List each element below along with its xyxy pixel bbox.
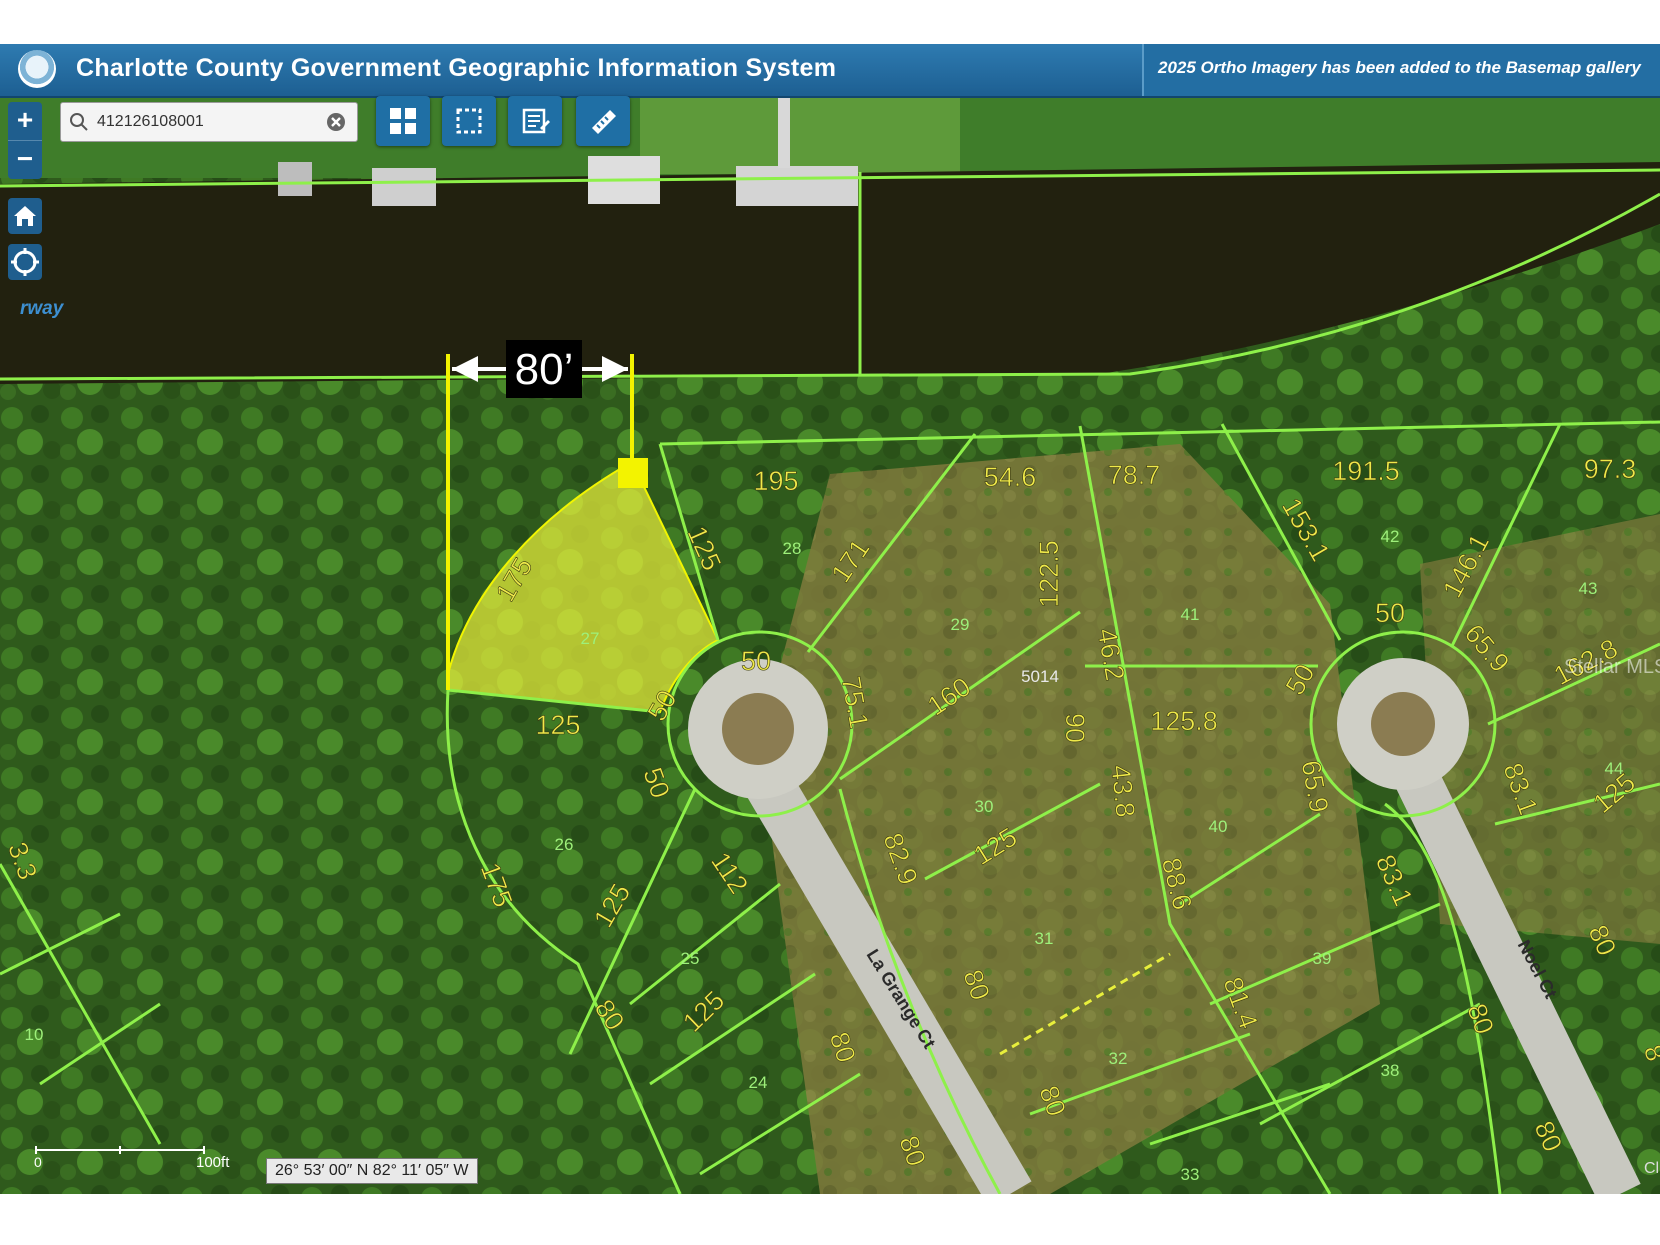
lot-number: 42 — [1381, 527, 1400, 546]
dimension-label: 50 — [1375, 598, 1405, 628]
lot-number: 10 — [25, 1025, 44, 1044]
measure-ruler-icon — [592, 110, 616, 134]
mls-watermark: Stellar MLS — [1564, 656, 1660, 678]
corner-label: Cl — [1644, 1160, 1660, 1177]
lot-number: 24 — [749, 1073, 768, 1092]
dimension-label: 125.8 — [1150, 706, 1218, 736]
basemap-gallery-icon — [390, 108, 416, 134]
zoom-out-button[interactable]: − — [8, 140, 42, 179]
search-icon — [70, 113, 88, 131]
lot-number: 25 — [681, 949, 700, 968]
lot-number: 30 — [975, 797, 994, 816]
home-icon — [14, 206, 36, 226]
zoom-in-button[interactable]: + — [8, 102, 42, 140]
locate-icon — [11, 248, 39, 276]
home-button[interactable] — [8, 198, 42, 234]
dimension-label: 191.5 — [1332, 456, 1400, 486]
search-input[interactable] — [95, 109, 317, 135]
frontage-label: 80’ — [515, 345, 574, 394]
coordinate-readout: 26° 53′ 00″ N 82° 11′ 05″ W — [266, 1158, 478, 1184]
dimension-label: 97.3 — [1584, 454, 1637, 484]
cul-de-sac-island — [722, 693, 794, 765]
dimension-label: 122.5 — [1034, 540, 1064, 608]
dimension-label: 54.6 — [984, 462, 1037, 492]
county-logo-icon — [18, 50, 56, 88]
cul-de-sac-island — [1371, 692, 1435, 756]
print-map-button[interactable] — [508, 96, 562, 146]
dock — [736, 166, 858, 206]
dimension-label: 50 — [741, 646, 771, 676]
waterway-label: rway — [20, 298, 64, 319]
dock-walkway — [778, 96, 790, 168]
print-map-icon — [522, 108, 550, 134]
lot-number: 28 — [783, 539, 802, 558]
dimension-label: 43.8 — [1105, 763, 1140, 818]
dimension-label: 78.7 — [1108, 460, 1161, 490]
dimension-label: 125 — [535, 710, 580, 740]
locate-button[interactable] — [8, 244, 42, 280]
lot-number: 43 — [1579, 579, 1598, 598]
notice-text: 2025 Ortho Imagery has been added to the… — [1158, 58, 1641, 77]
lot-number: 33 — [1181, 1165, 1200, 1184]
basemap-gallery-button[interactable] — [376, 96, 430, 146]
lot-number: 26 — [555, 835, 574, 854]
gis-map-viewer[interactable]: 80’ 10 24 25 26 27 28 29 30 31 32 33 38 … — [0, 44, 1660, 1194]
measure-button[interactable] — [576, 96, 630, 146]
address-number: 5014 — [1021, 667, 1059, 686]
select-area-button[interactable] — [442, 96, 496, 146]
lot-number: 32 — [1109, 1049, 1128, 1068]
lot-number: 41 — [1181, 605, 1200, 624]
clear-search-icon[interactable] — [325, 111, 347, 133]
select-area-icon — [456, 108, 482, 134]
lot-corner-marker — [618, 458, 648, 488]
scale-distance-label: 100ft — [196, 1154, 230, 1171]
dimension-label: 90 — [1060, 713, 1090, 743]
scale-bar: 0 100ft — [34, 1144, 244, 1174]
lot-number: 29 — [951, 615, 970, 634]
parcel-search[interactable] — [60, 102, 358, 142]
dock — [278, 162, 312, 196]
lot-number: 27 — [581, 629, 600, 648]
lawn-patch — [640, 94, 960, 174]
aerial-parcel-map[interactable]: 80’ 10 24 25 26 27 28 29 30 31 32 33 38 … — [0, 44, 1660, 1194]
imagery-notice[interactable]: 2025 Ortho Imagery has been added to the… — [1142, 44, 1660, 96]
lot-number: 38 — [1381, 1061, 1400, 1080]
lot-number: 39 — [1313, 949, 1332, 968]
dock — [372, 168, 436, 206]
lot-number: 40 — [1209, 817, 1228, 836]
scale-zero-label: 0 — [34, 1154, 42, 1170]
dimension-label: 195 — [753, 466, 798, 496]
app-title: Charlotte County Government Geographic I… — [76, 54, 837, 82]
lot-number: 31 — [1035, 929, 1054, 948]
app-header: Charlotte County Government Geographic I… — [0, 44, 1660, 98]
